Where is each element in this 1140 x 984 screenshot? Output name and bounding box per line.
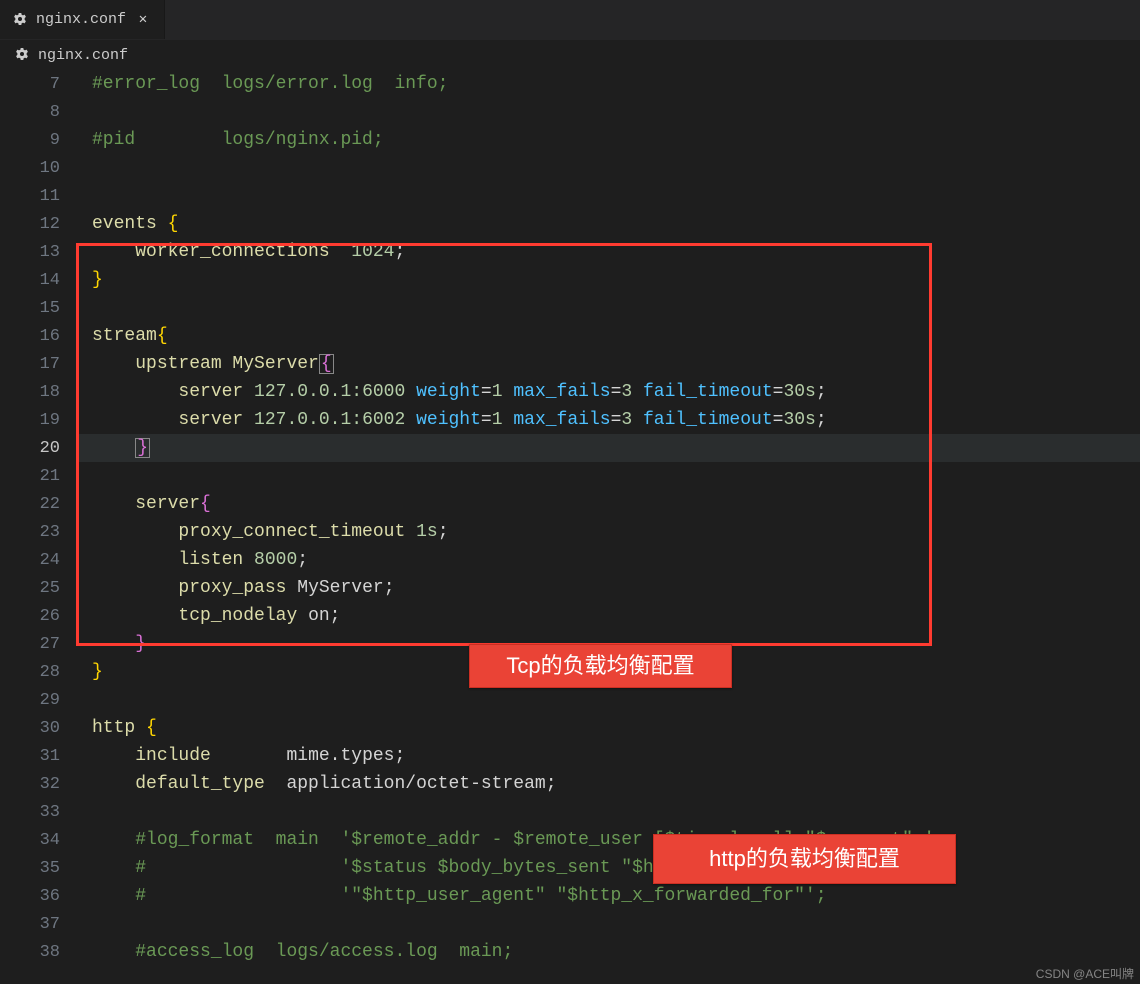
code-line <box>78 798 1140 826</box>
line-number: 26 <box>0 602 60 630</box>
code-line: server 127.0.0.1:6000 weight=1 max_fails… <box>78 378 1140 406</box>
code-line: http { <box>78 714 1140 742</box>
line-number: 27 <box>0 630 60 658</box>
line-number: 12 <box>0 210 60 238</box>
code-line: proxy_connect_timeout 1s; <box>78 518 1140 546</box>
code-line: } <box>78 266 1140 294</box>
code-line: listen 8000; <box>78 546 1140 574</box>
line-number: 15 <box>0 294 60 322</box>
code-area[interactable]: #error_log logs/error.log info; #pid logs… <box>78 70 1140 984</box>
line-number: 18 <box>0 378 60 406</box>
line-number: 30 <box>0 714 60 742</box>
code-line: server{ <box>78 490 1140 518</box>
editor[interactable]: 7891011121314151617181920212223242526272… <box>0 70 1140 984</box>
callout-http: http的负载均衡配置 <box>653 834 956 884</box>
code-line: #error_log logs/error.log info; <box>78 70 1140 98</box>
callout-tcp: Tcp的负载均衡配置 <box>469 644 732 688</box>
line-number: 22 <box>0 490 60 518</box>
line-number: 37 <box>0 910 60 938</box>
line-number: 36 <box>0 882 60 910</box>
code-line: #pid logs/nginx.pid; <box>78 126 1140 154</box>
code-line: worker_connections 1024; <box>78 238 1140 266</box>
gear-icon <box>14 47 30 63</box>
line-number: 34 <box>0 826 60 854</box>
line-number-gutter: 7891011121314151617181920212223242526272… <box>0 70 78 984</box>
line-number: 24 <box>0 546 60 574</box>
line-number: 31 <box>0 742 60 770</box>
line-number: 19 <box>0 406 60 434</box>
line-number: 29 <box>0 686 60 714</box>
code-line: stream{ <box>78 322 1140 350</box>
line-number: 14 <box>0 266 60 294</box>
code-line: # '$status $body_bytes_sent "$http_refer… <box>78 854 1140 882</box>
code-line <box>78 910 1140 938</box>
line-number: 17 <box>0 350 60 378</box>
code-line: } <box>78 434 1140 462</box>
gear-icon <box>12 12 28 28</box>
code-line <box>78 154 1140 182</box>
tab-title: nginx.conf <box>36 12 126 27</box>
line-number: 16 <box>0 322 60 350</box>
code-line: events { <box>78 210 1140 238</box>
line-number: 38 <box>0 938 60 966</box>
code-line: #access_log logs/access.log main; <box>78 938 1140 966</box>
line-number: 10 <box>0 154 60 182</box>
code-line <box>78 98 1140 126</box>
line-number: 33 <box>0 798 60 826</box>
code-line <box>78 462 1140 490</box>
line-number: 8 <box>0 98 60 126</box>
tab-bar: nginx.conf ✕ <box>0 0 1140 40</box>
code-line: #log_format main '$remote_addr - $remote… <box>78 826 1140 854</box>
line-number: 28 <box>0 658 60 686</box>
code-line: default_type application/octet-stream; <box>78 770 1140 798</box>
line-number: 7 <box>0 70 60 98</box>
close-icon[interactable]: ✕ <box>134 11 152 29</box>
code-line: upstream MyServer{ <box>78 350 1140 378</box>
code-line: proxy_pass MyServer; <box>78 574 1140 602</box>
watermark: CSDN @ACE叫牌 <box>1036 968 1134 980</box>
code-line: tcp_nodelay on; <box>78 602 1140 630</box>
line-number: 23 <box>0 518 60 546</box>
line-number: 35 <box>0 854 60 882</box>
line-number: 13 <box>0 238 60 266</box>
code-line: include mime.types; <box>78 742 1140 770</box>
code-line: server 127.0.0.1:6002 weight=1 max_fails… <box>78 406 1140 434</box>
breadcrumb-file: nginx.conf <box>38 48 128 63</box>
line-number: 21 <box>0 462 60 490</box>
code-line <box>78 294 1140 322</box>
tab-nginx-conf[interactable]: nginx.conf ✕ <box>0 0 165 39</box>
code-line <box>78 182 1140 210</box>
code-line: # '"$http_user_agent" "$http_x_forwarded… <box>78 882 1140 910</box>
code-line <box>78 686 1140 714</box>
line-number: 11 <box>0 182 60 210</box>
line-number: 20 <box>0 434 60 462</box>
line-number: 25 <box>0 574 60 602</box>
breadcrumb[interactable]: nginx.conf <box>0 40 1140 70</box>
line-number: 32 <box>0 770 60 798</box>
line-number: 9 <box>0 126 60 154</box>
